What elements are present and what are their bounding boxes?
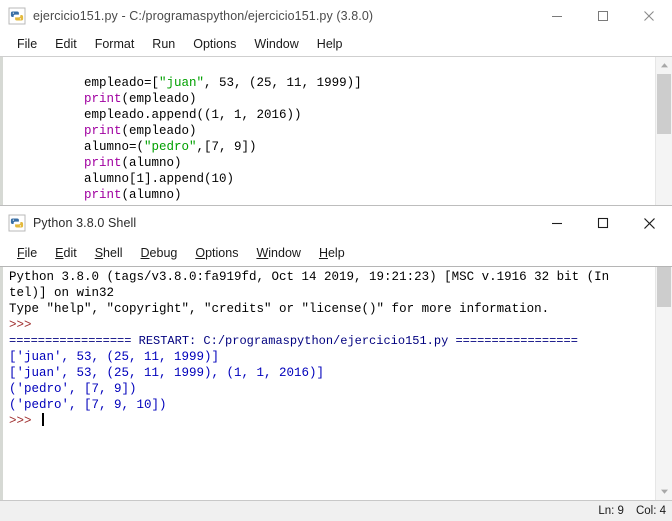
shell-line: tel)] on win32 [9, 286, 115, 300]
code-token: "pedro" [144, 140, 197, 154]
editor-maximize-button[interactable] [580, 0, 626, 32]
shell-prompt-line[interactable]: >>> [3, 413, 654, 429]
code-token: print [84, 124, 122, 138]
python-idle-icon [8, 7, 26, 25]
menu-rest: indow [268, 246, 301, 260]
shell-menu-debug[interactable]: Debug [132, 240, 187, 266]
shell-menu-file[interactable]: File [8, 240, 46, 266]
editor-caption-buttons [534, 0, 672, 32]
shell-menu-edit[interactable]: Edit [46, 240, 86, 266]
editor-close-button[interactable] [626, 0, 672, 32]
menu-mnemonic: F [17, 246, 25, 260]
status-column-number: Col: 4 [635, 505, 666, 517]
shell-title-text: Python 3.8.0 Shell [33, 216, 137, 230]
code-token: (alumno) [121, 156, 182, 170]
menu-rest: ebug [149, 246, 178, 260]
editor-menu-format[interactable]: Format [86, 32, 144, 56]
shell-titlebar[interactable]: Python 3.8.0 Shell [0, 206, 672, 240]
editor-scroll-thumb[interactable] [657, 74, 671, 134]
shell-line: ================= RESTART: C:/programasp… [9, 334, 578, 348]
shell-line: ['juan', 53, (25, 11, 1999), (1, 1, 2016… [9, 366, 325, 380]
code-token: empleado=[ [84, 76, 160, 90]
menu-mnemonic: E [55, 246, 64, 260]
shell-menu-window[interactable]: Window [247, 240, 309, 266]
shell-line: ('pedro', [7, 9, 10]) [9, 398, 167, 412]
editor-titlebar[interactable]: ejercicio151.py - C:/programaspython/eje… [0, 0, 672, 32]
editor-code[interactable]: empleado=["juan", 53, (25, 11, 1999)] pr… [3, 59, 654, 202]
editor-menu-options[interactable]: Options [184, 32, 245, 56]
menu-mnemonic: W [256, 246, 269, 260]
shell-maximize-button[interactable] [580, 206, 626, 240]
scroll-up-arrow-icon[interactable] [656, 57, 672, 74]
shell-line: ('pedro', [7, 9]) [9, 382, 137, 396]
menu-mnemonic: O [195, 246, 206, 260]
code-token: (alumno) [121, 188, 182, 202]
code-token: print [84, 156, 122, 170]
code-token: print [84, 188, 122, 202]
code-token: empleado.append((1, 1, 2016)) [84, 108, 302, 122]
editor-text-area[interactable]: empleado=["juan", 53, (25, 11, 1999)] pr… [0, 57, 672, 205]
shell-menu-shell[interactable]: Shell [86, 240, 132, 266]
editor-window: ejercicio151.py - C:/programaspython/eje… [0, 0, 672, 206]
menu-rest: ptions [205, 246, 239, 260]
menu-mnemonic: D [140, 246, 150, 260]
python-idle-icon [8, 214, 26, 232]
editor-menu-file[interactable]: File [8, 32, 46, 56]
shell-line: ['juan', 53, (25, 11, 1999)] [9, 350, 220, 364]
editor-minimize-button[interactable] [534, 0, 580, 32]
code-token: (empleado) [121, 92, 197, 106]
shell-scroll-thumb[interactable] [657, 267, 671, 307]
editor-title-text: ejercicio151.py - C:/programaspython/eje… [33, 9, 374, 23]
menu-rest: elp [327, 246, 345, 260]
shell-close-button[interactable] [626, 206, 672, 240]
code-token: print [84, 92, 122, 106]
editor-vertical-scrollbar[interactable] [655, 57, 672, 205]
shell-menu-help[interactable]: Help [310, 240, 354, 266]
shell-line: Python 3.8.0 (tags/v3.8.0:fa919fd, Oct 1… [9, 270, 610, 284]
editor-menu-help[interactable]: Help [308, 32, 352, 56]
code-token: ,[7, 9]) [196, 140, 257, 154]
editor-menu-edit[interactable]: Edit [46, 32, 86, 56]
shell-menubar: File Edit Shell Debug Options Window Hel… [0, 240, 672, 266]
code-token: (empleado) [121, 124, 197, 138]
menu-rest: dit [63, 246, 77, 260]
code-token: "juan" [159, 76, 205, 90]
shell-caption-buttons [534, 206, 672, 240]
editor-menu-window[interactable]: Window [245, 32, 307, 56]
shell-menu-options[interactable]: Options [186, 240, 247, 266]
code-token: alumno[1].append(10) [84, 172, 235, 186]
status-line-number: Ln: 9 [598, 505, 624, 517]
shell-text-area[interactable]: Python 3.8.0 (tags/v3.8.0:fa919fd, Oct 1… [0, 267, 672, 500]
code-token: , 53, (25, 11, 1999)] [204, 76, 362, 90]
code-line: empleado=["juan", 53, (25, 11, 1999)] [3, 59, 654, 90]
shell-vertical-scrollbar[interactable] [655, 267, 672, 500]
shell-output[interactable]: Python 3.8.0 (tags/v3.8.0:fa919fd, Oct 1… [3, 269, 654, 429]
menu-rest: hell [103, 246, 123, 260]
shell-line: >>> [9, 318, 40, 332]
text-caret [42, 413, 45, 426]
shell-window: Python 3.8.0 Shell File Edit Shell Debug… [0, 206, 672, 521]
code-token: alumno=( [84, 140, 145, 154]
shell-minimize-button[interactable] [534, 206, 580, 240]
menu-rest: ile [24, 246, 38, 260]
shell-statusbar: Ln: 9 Col: 4 [0, 500, 672, 521]
scroll-down-arrow-icon[interactable] [656, 483, 672, 500]
shell-prompt-text: >>> [9, 414, 40, 428]
idle-desktop: ejercicio151.py - C:/programaspython/eje… [0, 0, 672, 521]
editor-menubar: File Edit Format Run Options Window Help [0, 32, 672, 56]
editor-menu-run[interactable]: Run [143, 32, 184, 56]
menu-mnemonic: H [318, 246, 328, 260]
menu-mnemonic: S [94, 246, 104, 260]
shell-line: Type "help", "copyright", "credits" or "… [9, 302, 550, 316]
